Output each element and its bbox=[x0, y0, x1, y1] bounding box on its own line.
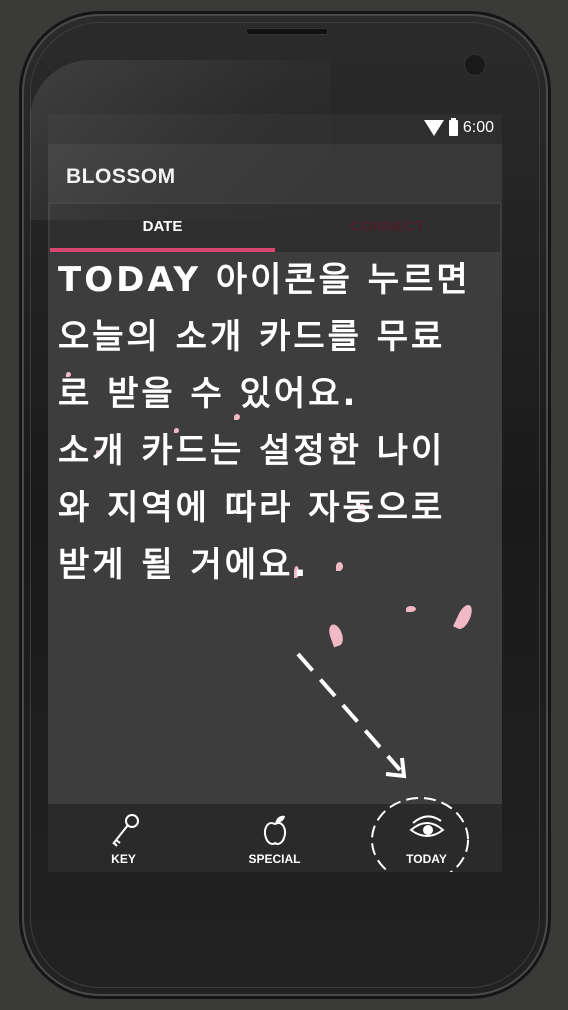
key-icon bbox=[111, 814, 139, 847]
app-screen: 6:00 BLOSSOM DATE CONNECT TODAY 아이콘을 누르면… bbox=[48, 114, 502, 872]
nav-label-special: SPECIAL bbox=[248, 852, 301, 866]
speaker-grille bbox=[246, 28, 328, 35]
nav-label-key: KEY bbox=[111, 852, 136, 866]
front-camera bbox=[464, 54, 486, 76]
nav-key[interactable]: KEY bbox=[48, 804, 199, 872]
highlight-circle bbox=[371, 797, 469, 872]
apple-icon bbox=[263, 815, 286, 845]
bottom-nav: KEY SPECIAL TODAY bbox=[48, 797, 502, 872]
pointer-arrow bbox=[296, 652, 407, 779]
nav-special[interactable]: SPECIAL bbox=[199, 804, 350, 872]
